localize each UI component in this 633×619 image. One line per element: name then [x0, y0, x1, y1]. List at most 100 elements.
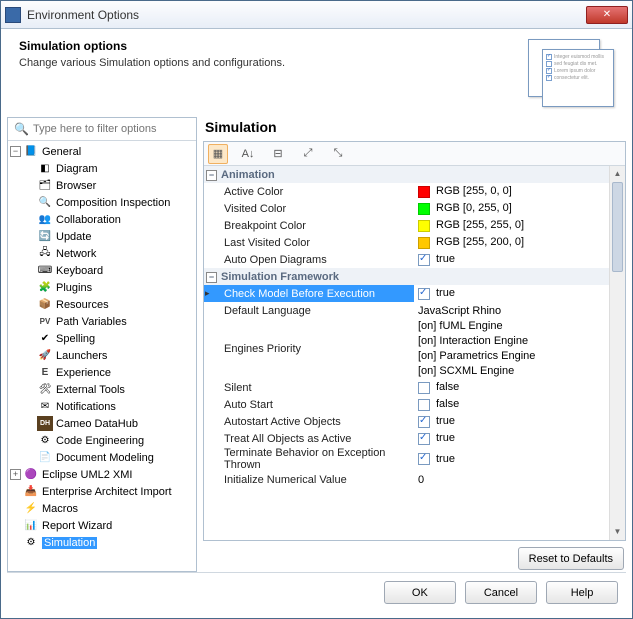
tree-item[interactable]: ⚙Code Engineering	[22, 432, 196, 449]
property-name[interactable]: Autostart Active Objects	[204, 413, 414, 430]
property-name[interactable]: Terminate Behavior on Exception Thrown	[204, 447, 414, 471]
checkbox-icon[interactable]	[418, 288, 430, 300]
property-name[interactable]: Last Visited Color	[204, 234, 414, 251]
color-swatch	[418, 237, 430, 249]
tree-item[interactable]: 👥Collaboration	[22, 211, 196, 228]
tree-item[interactable]: 🚀Launchers	[22, 347, 196, 364]
expand-icon[interactable]: +	[10, 469, 21, 480]
tree-item-label: Enterprise Architect Import	[42, 486, 172, 498]
property-value-cell[interactable]: true	[414, 413, 625, 430]
property-name[interactable]: Auto Open Diagrams	[204, 251, 414, 268]
collapse-icon[interactable]: −	[10, 146, 21, 157]
checkbox-icon[interactable]	[418, 399, 430, 411]
tree-node-general[interactable]: − 📘 General	[8, 143, 196, 160]
expand-all-button[interactable]: ⤢	[298, 144, 318, 164]
checkbox-icon[interactable]	[418, 382, 430, 394]
tree-item[interactable]: 🖧Network	[22, 245, 196, 262]
tree-item[interactable]: 🔍Composition Inspection	[22, 194, 196, 211]
cancel-button[interactable]: Cancel	[465, 581, 537, 604]
ok-button[interactable]: OK	[384, 581, 456, 604]
property-group[interactable]: −Animation	[204, 166, 625, 183]
property-name[interactable]: Visited Color	[204, 200, 414, 217]
tree-item[interactable]: 📊Report Wizard	[8, 517, 196, 534]
tree-item-icon: 🖧	[37, 246, 53, 261]
app-icon	[5, 7, 21, 23]
tree-item[interactable]: ⚙Simulation	[8, 534, 196, 551]
scroll-up-icon[interactable]: ▲	[610, 166, 625, 182]
tree-item[interactable]: ◧Diagram	[22, 160, 196, 177]
tree-item[interactable]: 📥Enterprise Architect Import	[8, 483, 196, 500]
property-value-cell[interactable]: false	[414, 379, 625, 396]
property-value-cell[interactable]: RGB [255, 255, 0]	[414, 217, 625, 234]
property-group[interactable]: −Simulation Framework	[204, 268, 625, 285]
property-value-cell[interactable]: RGB [255, 0, 0]	[414, 183, 625, 200]
property-name[interactable]: Auto Start	[204, 396, 414, 413]
property-value-cell[interactable]: true	[414, 430, 625, 447]
tree-item[interactable]: ✔Spelling	[22, 330, 196, 347]
tree-item-label: Keyboard	[56, 265, 103, 277]
tree-item[interactable]: 📄Document Modeling	[22, 449, 196, 466]
collapse-all-button[interactable]: ⤡	[328, 144, 348, 164]
property-value-cell[interactable]: true	[414, 447, 625, 471]
checkbox-icon[interactable]	[418, 416, 430, 428]
checkbox-icon[interactable]	[418, 453, 430, 465]
tree-item[interactable]: 🧩Plugins	[22, 279, 196, 296]
property-value-cell[interactable]: RGB [255, 200, 0]	[414, 234, 625, 251]
property-value-cell[interactable]: 0	[414, 471, 625, 488]
tree-item[interactable]: ✉Notifications	[22, 398, 196, 415]
property-value-cell[interactable]: RGB [0, 255, 0]	[414, 200, 625, 217]
tree-item-label: Update	[56, 231, 91, 243]
property-name[interactable]: Breakpoint Color	[204, 217, 414, 234]
property-name[interactable]: Initialize Numerical Value	[204, 471, 414, 488]
tree-item[interactable]: DHCameo DataHub	[22, 415, 196, 432]
collapse-icon[interactable]: −	[206, 170, 217, 181]
tree-item[interactable]: 🔄Update	[22, 228, 196, 245]
property-name[interactable]: Check Model Before Execution	[204, 285, 414, 302]
property-name[interactable]: Default Language	[204, 302, 414, 319]
titlebar[interactable]: Environment Options ✕	[1, 1, 632, 29]
tree-item[interactable]: ⌨Keyboard	[22, 262, 196, 279]
property-value-cell[interactable]: false	[414, 396, 625, 413]
reset-defaults-button[interactable]: Reset to Defaults	[518, 547, 624, 570]
tree-item-icon: ✔	[37, 331, 53, 346]
help-button[interactable]: Help	[546, 581, 618, 604]
property-name[interactable]: Silent	[204, 379, 414, 396]
checkbox-icon[interactable]	[418, 433, 430, 445]
tree-item[interactable]: ⚡Macros	[8, 500, 196, 517]
close-button[interactable]: ✕	[586, 6, 628, 24]
properties-grid[interactable]: −AnimationActive ColorRGB [255, 0, 0]Vis…	[204, 166, 625, 540]
tree-node-eclipse[interactable]: + 🟣 Eclipse UML2 XMI	[8, 466, 196, 483]
sort-button[interactable]: A↓	[238, 144, 258, 164]
filter-input[interactable]	[33, 123, 190, 135]
tree-item-icon: 🔍	[37, 195, 53, 210]
property-value-cell[interactable]: true	[414, 285, 625, 302]
property-value: RGB [255, 200, 0]	[436, 236, 524, 248]
options-tree[interactable]: − 📘 General ◧Diagram🗂Browser🔍Composition…	[8, 141, 196, 571]
filter-box[interactable]: 🔍	[8, 118, 196, 141]
tree-item[interactable]: 🗂Browser	[22, 177, 196, 194]
scroll-down-icon[interactable]: ▼	[610, 524, 625, 540]
checkbox-icon[interactable]	[418, 254, 430, 266]
categorized-button[interactable]: ▦	[208, 144, 228, 164]
property-value-cell[interactable]: JavaScript Rhino	[414, 302, 625, 319]
tree-item[interactable]: EExperience	[22, 364, 196, 381]
property-value-cell[interactable]: [on] fUML Engine[on] Interaction Engine[…	[414, 319, 625, 379]
pathvar-icon: PV	[37, 314, 53, 329]
tree-item-label: Code Engineering	[56, 435, 144, 447]
tree-item[interactable]: 📦Resources	[22, 296, 196, 313]
scroll-thumb[interactable]	[612, 182, 623, 272]
expand-button[interactable]: ⊟	[268, 144, 288, 164]
tree-item-icon: 🔄	[37, 229, 53, 244]
collapse-icon[interactable]: −	[206, 272, 217, 283]
tree-item-icon: ◧	[37, 161, 53, 176]
property-name[interactable]: Active Color	[204, 183, 414, 200]
properties-toolbar: ▦ A↓ ⊟ ⤢ ⤡	[204, 142, 625, 166]
property-name[interactable]: Treat All Objects as Active	[204, 430, 414, 447]
tree-item[interactable]: 🛠External Tools	[22, 381, 196, 398]
tree-item[interactable]: PVPath Variables	[22, 313, 196, 330]
property-value: [on] fUML Engine[on] Interaction Engine[…	[418, 319, 625, 379]
tree-item-icon: 👥	[37, 212, 53, 227]
property-name[interactable]: Engines Priority	[204, 319, 414, 379]
property-value-cell[interactable]: true	[414, 251, 625, 268]
vertical-scrollbar[interactable]: ▲ ▼	[609, 166, 625, 540]
